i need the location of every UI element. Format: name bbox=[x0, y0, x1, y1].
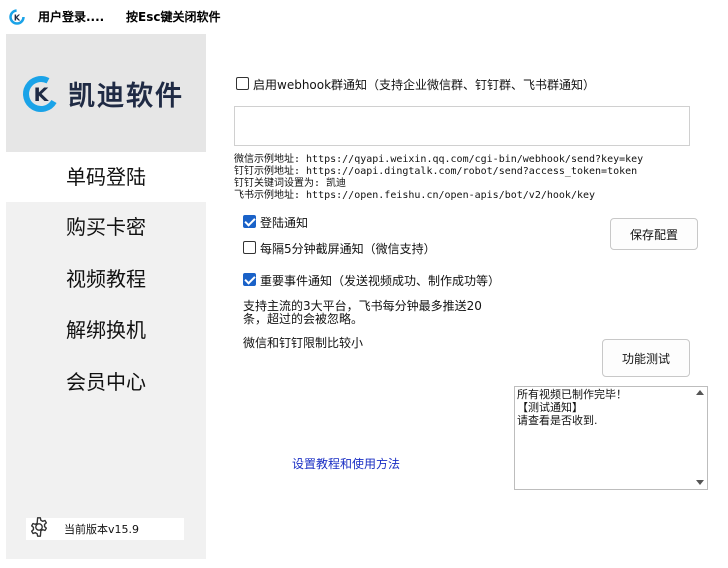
save-config-button[interactable]: 保存配置 bbox=[610, 218, 698, 250]
webhook-enable-label: 启用webhook群通知（支持企业微信群、钉钉群、飞书群通知） bbox=[253, 78, 596, 92]
important-notify-label: 重要事件通知（发送视频成功、制作成功等） bbox=[260, 274, 501, 288]
brand-name: 凯迪软件 bbox=[68, 81, 184, 112]
scroll-up-arrow-icon[interactable] bbox=[696, 390, 704, 395]
function-test-button[interactable]: 功能测试 bbox=[602, 339, 690, 377]
esc-hint: 按Esc键关闭软件 bbox=[126, 10, 221, 24]
window-title: 用户登录.... bbox=[38, 10, 105, 24]
screenshot-notify-checkbox[interactable] bbox=[243, 241, 256, 254]
dingtalk-keyword: 钉钉关键词设置为: 凯迪 bbox=[234, 178, 347, 189]
help-tutorial-link[interactable]: 设置教程和使用方法 bbox=[292, 455, 400, 472]
app-logo-icon: K bbox=[9, 9, 25, 25]
platform-note-line2: 条，超过的会被忽略。 bbox=[243, 312, 364, 326]
logo-area: K 凯迪软件 bbox=[6, 34, 206, 152]
sidebar: K 凯迪软件 单码登陆 购买卡密 视频教程 解绑换机 会员中心 当前版本v15.… bbox=[6, 34, 206, 559]
sidebar-item-unbind-device[interactable]: 解绑换机 bbox=[6, 305, 206, 355]
sidebar-item-video-tutorial[interactable]: 视频教程 bbox=[6, 254, 206, 304]
scroll-down-arrow-icon[interactable] bbox=[696, 480, 704, 485]
screenshot-notify-label: 每隔5分钟截屏通知（微信支持） bbox=[260, 242, 436, 256]
log-line: 请查看是否收到. bbox=[517, 414, 598, 427]
webhook-url-input[interactable] bbox=[234, 106, 690, 146]
svg-text:K: K bbox=[14, 14, 21, 23]
sidebar-item-member-center[interactable]: 会员中心 bbox=[6, 357, 206, 407]
feishu-example-url: 飞书示例地址: https://open.feishu.cn/open-apis… bbox=[234, 190, 596, 201]
dingtalk-example-url: 钉钉示例地址: https://oapi.dingtalk.com/robot/… bbox=[234, 166, 638, 177]
title-bar: K 用户登录.... 按Esc键关闭软件 bbox=[0, 0, 728, 32]
webhook-enable-checkbox[interactable] bbox=[236, 77, 249, 90]
svg-text:K: K bbox=[34, 84, 50, 106]
sidebar-item-buy-card[interactable]: 购买卡密 bbox=[6, 202, 206, 252]
gear-icon[interactable] bbox=[28, 516, 50, 538]
wechat-example-url: 微信示例地址: https://qyapi.weixin.qq.com/cgi-… bbox=[234, 154, 644, 165]
platform-note-line3: 微信和钉钉限制比较小 bbox=[243, 336, 364, 350]
sidebar-item-single-login[interactable]: 单码登陆 bbox=[6, 152, 206, 202]
login-notify-checkbox[interactable] bbox=[243, 215, 256, 228]
important-notify-checkbox[interactable] bbox=[243, 273, 256, 286]
brand-logo-icon: K bbox=[23, 76, 59, 112]
log-line: 【测试通知】 bbox=[517, 401, 583, 414]
login-notify-label: 登陆通知 bbox=[260, 216, 309, 230]
version-label: 当前版本v15.9 bbox=[64, 523, 140, 536]
log-line: 所有视频已制作完毕！ bbox=[517, 388, 627, 401]
notification-log[interactable]: 所有视频已制作完毕！ 【测试通知】 请查看是否收到. bbox=[514, 386, 708, 490]
